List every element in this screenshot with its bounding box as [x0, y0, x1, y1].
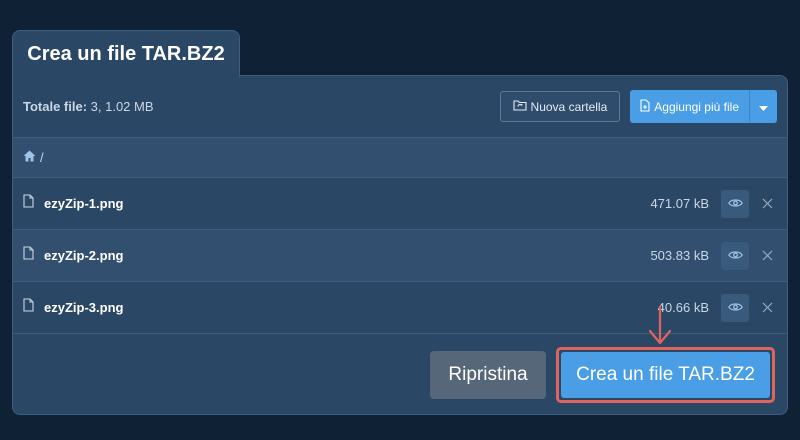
total-files-value: 3, 1.02 MB [87, 99, 154, 114]
toolbar: Totale file: 3, 1.02 MB Nuova cartella A… [13, 76, 787, 137]
folder-sync-icon [512, 99, 527, 114]
tab-title: Crea un file TAR.BZ2 [27, 42, 225, 65]
preview-button[interactable] [721, 293, 749, 322]
breadcrumb: / [13, 137, 787, 178]
close-icon[interactable] [759, 300, 775, 316]
new-folder-label: Nuova cartella [530, 99, 608, 114]
add-files-dropdown-toggle[interactable] [749, 90, 777, 123]
close-icon[interactable] [759, 196, 775, 212]
file-panel: Totale file: 3, 1.02 MB Nuova cartella A… [12, 75, 788, 415]
add-files-button[interactable]: Aggiungi più file [630, 90, 749, 123]
file-row: ezyZip-2.png 503.83 kB [13, 230, 787, 282]
create-tarbz2-button[interactable]: Crea un file TAR.BZ2 [561, 352, 770, 398]
new-folder-button[interactable]: Nuova cartella [499, 91, 621, 122]
eye-icon [727, 196, 743, 211]
file-row: ezyZip-1.png 471.07 kB [13, 178, 787, 230]
caret-down-icon [759, 99, 768, 114]
total-files-label: Totale file: [23, 99, 88, 114]
preview-button[interactable] [721, 241, 749, 270]
preview-button[interactable] [721, 189, 749, 218]
arrow-down-icon [648, 305, 672, 351]
file-name: ezyZip-1.png [44, 196, 124, 211]
file-icon [23, 246, 34, 265]
eye-icon [727, 248, 743, 263]
file-name: ezyZip-2.png [44, 248, 124, 263]
file-plus-icon [640, 98, 650, 115]
file-icon [23, 194, 34, 213]
file-name: ezyZip-3.png [44, 300, 124, 315]
home-icon[interactable] [23, 150, 36, 165]
total-files: Totale file: 3, 1.02 MB [23, 99, 154, 114]
close-icon[interactable] [759, 248, 775, 264]
tab-create-tarbz2[interactable]: Crea un file TAR.BZ2 [12, 30, 240, 77]
file-size: 503.83 kB [650, 248, 709, 263]
create-button-highlight: Crea un file TAR.BZ2 [556, 347, 775, 403]
reset-button[interactable]: Ripristina [430, 351, 546, 399]
breadcrumb-path: / [40, 150, 44, 165]
add-files-label: Aggiungi più file [654, 99, 739, 114]
file-size: 471.07 kB [650, 196, 709, 211]
file-icon [23, 298, 34, 317]
add-files-split-button: Aggiungi più file [630, 90, 777, 123]
eye-icon [727, 300, 743, 315]
